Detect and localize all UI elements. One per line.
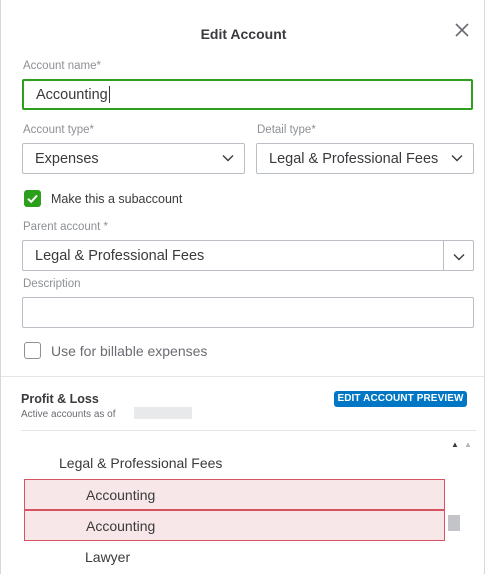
subaccount-checkbox[interactable] <box>24 190 41 207</box>
tree-item-label: Accounting <box>86 517 156 534</box>
account-name-input[interactable]: Accounting <box>22 79 473 110</box>
chevron-down-icon <box>222 152 234 164</box>
edit-account-dialog: Edit Account Account name* Accounting Ac… <box>0 0 485 574</box>
detail-type-value: Legal & Professional Fees <box>269 150 439 167</box>
account-preview-panel: Profit & Loss Active accounts as of EDIT… <box>1 376 485 574</box>
chevron-down-icon <box>451 152 463 164</box>
account-name-value: Accounting <box>36 86 108 103</box>
preview-title: Profit & Loss <box>21 392 99 406</box>
divider <box>21 430 476 431</box>
parent-account-label: Parent account * <box>23 221 109 233</box>
scroll-up-arrow-icon[interactable]: ▲ <box>464 440 472 449</box>
description-label: Description <box>23 278 81 290</box>
parent-account-select[interactable]: Legal & Professional Fees <box>22 240 474 271</box>
dialog-title: Edit Account <box>200 26 287 42</box>
account-name-label: Account name* <box>23 60 101 72</box>
edit-account-preview-badge: EDIT ACCOUNT PREVIEW <box>334 391 467 407</box>
tree-item-child: Lawyer <box>85 549 131 565</box>
account-type-label: Account type* <box>23 124 94 136</box>
tree-item-highlighted: Accounting <box>24 479 445 510</box>
preview-subtitle: Active accounts as of <box>21 409 116 420</box>
detail-type-label: Detail type* <box>257 124 316 136</box>
account-type-value: Expenses <box>35 150 99 167</box>
redacted-date <box>134 407 192 419</box>
close-icon[interactable] <box>450 18 474 42</box>
subaccount-label: Make this a subaccount <box>51 192 183 206</box>
billable-checkbox[interactable] <box>24 342 41 359</box>
parent-account-value: Legal & Professional Fees <box>35 247 205 264</box>
checkmark-icon <box>27 194 38 204</box>
account-type-select[interactable]: Expenses <box>22 143 245 174</box>
scrollbar-thumb[interactable] <box>448 515 460 531</box>
scroll-up-arrow-icon[interactable]: ▲ <box>451 440 459 449</box>
tree-item-label: Accounting <box>86 486 156 503</box>
billable-label: Use for billable expenses <box>51 343 208 359</box>
text-cursor <box>108 86 110 103</box>
chevron-down-icon[interactable] <box>443 241 473 270</box>
tree-item-highlighted: Accounting <box>24 510 445 541</box>
description-input[interactable] <box>22 297 474 328</box>
detail-type-select[interactable]: Legal & Professional Fees <box>256 143 474 174</box>
tree-item-parent: Legal & Professional Fees <box>59 455 223 471</box>
